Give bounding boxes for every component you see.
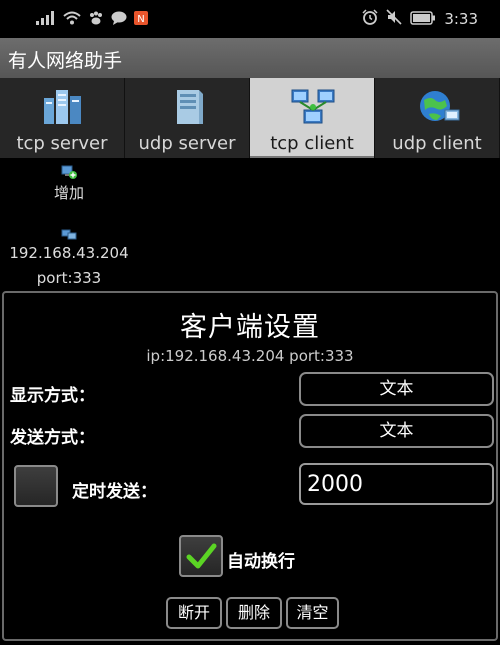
alarm-icon <box>362 9 378 29</box>
add-connection-icon <box>60 164 78 180</box>
app-title: 有人网络助手 <box>8 50 123 72</box>
signal-icon <box>36 10 56 29</box>
timed-send-checkbox[interactable] <box>14 465 58 507</box>
status-bar-left: N <box>36 10 148 28</box>
connection-icon <box>61 226 77 240</box>
connection-item[interactable]: 192.168.43.204 port:333 <box>2 222 136 291</box>
timed-send-label: 定时发送： <box>72 482 157 502</box>
disconnect-button[interactable]: 断开 <box>166 597 222 629</box>
connection-port: port:333 <box>36 269 102 287</box>
tab-bar: tcp server udp server tcp client udp cli… <box>0 78 500 158</box>
chat-icon <box>111 10 127 29</box>
delete-button[interactable]: 删除 <box>226 597 282 629</box>
server-icon <box>40 86 86 128</box>
paw-icon <box>88 10 104 29</box>
network-client-icon <box>290 86 336 128</box>
auto-newline-label: 自动换行 <box>227 552 295 572</box>
timed-send-interval-input[interactable] <box>299 463 494 505</box>
add-connection-button[interactable]: 增加 <box>48 160 90 204</box>
status-bar: N 3:33 <box>0 0 500 38</box>
mute-icon <box>386 9 402 29</box>
wifi-icon <box>63 10 81 29</box>
send-mode-label: 发送方式： <box>10 428 95 448</box>
tab-udp-client[interactable]: udp client <box>375 78 500 158</box>
status-bar-right: 3:33 <box>362 9 478 29</box>
tab-udp-server[interactable]: udp server <box>125 78 250 158</box>
app-title-bar: 有人网络助手 <box>0 38 500 78</box>
server-tower-icon <box>165 86 211 128</box>
auto-newline-checkbox[interactable] <box>179 535 223 577</box>
send-mode-select[interactable]: 文本 <box>299 414 494 448</box>
checkmark-icon <box>186 543 217 569</box>
battery-icon <box>410 10 436 29</box>
svg-text:N: N <box>137 14 144 25</box>
clock: 3:33 <box>444 10 478 28</box>
clear-button[interactable]: 清空 <box>286 597 339 629</box>
notification-icon: N <box>134 10 148 29</box>
display-mode-select[interactable]: 文本 <box>299 372 494 406</box>
tab-label: tcp server <box>16 133 108 154</box>
tab-tcp-client[interactable]: tcp client <box>250 78 375 158</box>
display-mode-label: 显示方式： <box>10 386 95 406</box>
tab-tcp-server[interactable]: tcp server <box>0 78 125 158</box>
tab-label: udp server <box>138 133 236 154</box>
globe-network-icon <box>415 86 461 128</box>
dialog-title: 客户端设置 <box>180 312 320 343</box>
connection-ip: 192.168.43.204 <box>9 244 129 262</box>
add-connection-label: 增加 <box>53 184 84 202</box>
tab-label: tcp client <box>270 133 354 154</box>
dialog-connection-info: ip:192.168.43.204 port:333 <box>146 347 354 365</box>
tab-label: udp client <box>392 133 482 154</box>
client-settings-dialog: 客户端设置 ip:192.168.43.204 port:333 显示方式： 文… <box>2 291 498 641</box>
